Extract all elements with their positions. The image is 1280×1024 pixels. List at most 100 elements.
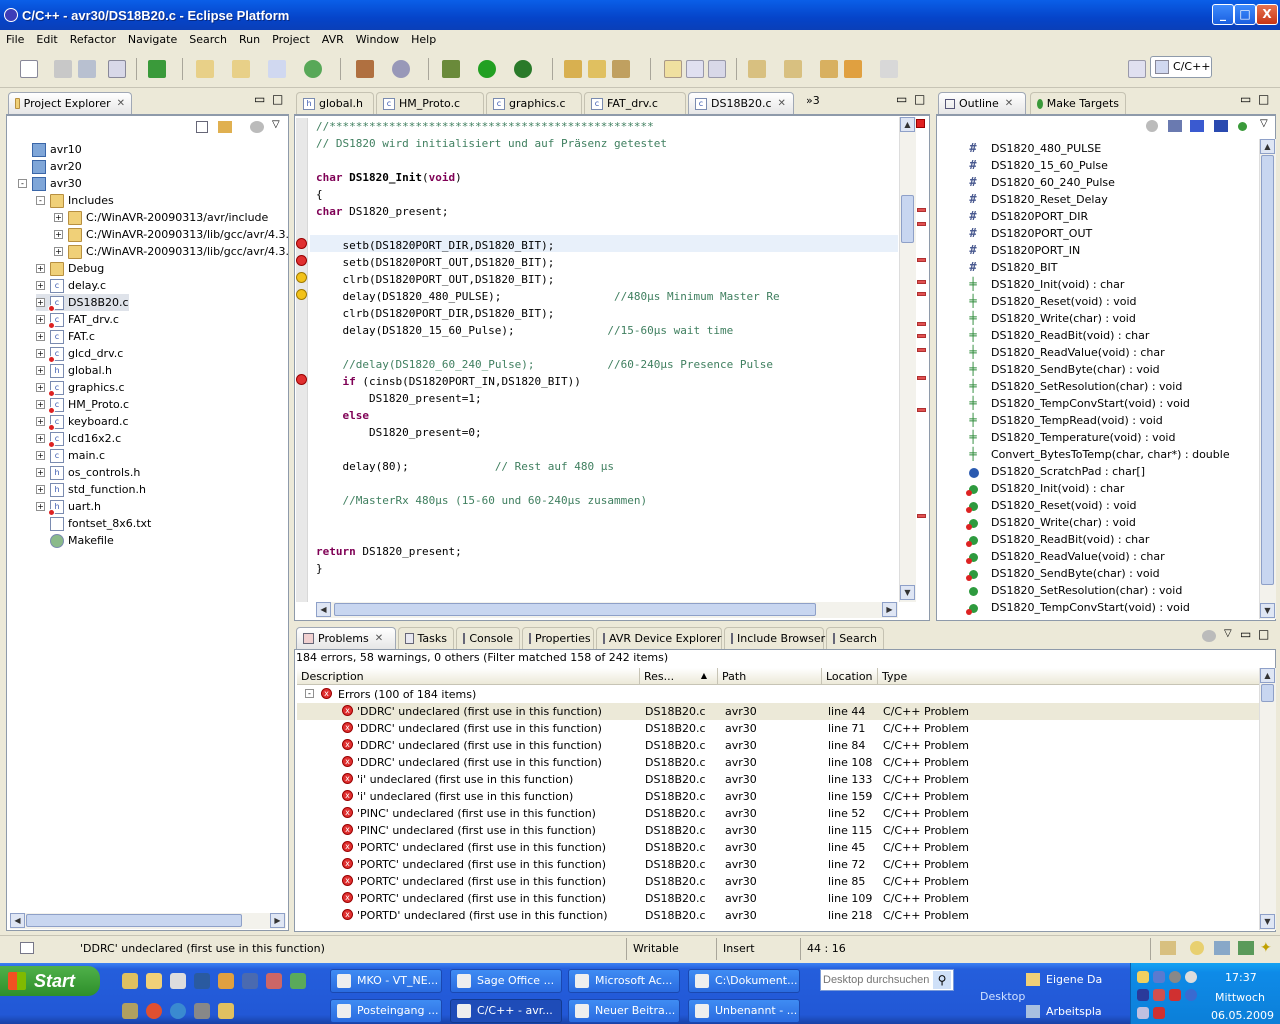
tree-item[interactable]: + c glcd_drv.c xyxy=(36,345,123,363)
tree-item[interactable]: + C:/WinAVR-20090313/lib/gcc/avr/4.3.2/in xyxy=(54,243,288,260)
outline-item[interactable]: DS1820_SetResolution(char) : void xyxy=(966,582,1182,599)
expand-toggle-icon[interactable]: + xyxy=(36,366,45,375)
tree-item[interactable]: + c FAT_drv.c xyxy=(36,311,119,329)
overview-mark[interactable] xyxy=(917,258,926,262)
expand-toggle-icon[interactable]: + xyxy=(36,349,45,358)
maximize-view-icon[interactable]: □ xyxy=(1258,627,1269,641)
outline-item[interactable]: ╪ DS1820_ReadValue(void) : char xyxy=(966,344,1164,361)
tray-icon[interactable] xyxy=(1137,989,1149,1001)
code-line[interactable]: delay(80); // Rest auf 480 µs xyxy=(316,460,614,473)
problem-row[interactable]: x 'PORTC' undeclared (first use in this f… xyxy=(297,856,1260,873)
close-icon[interactable]: ✕ xyxy=(117,98,125,109)
quicklaunch-icon[interactable] xyxy=(218,1003,234,1019)
col-resource[interactable]: Res... ▲ xyxy=(640,668,718,685)
fast-view-icon[interactable] xyxy=(20,942,34,954)
tab-outline[interactable]: Outline ✕ xyxy=(938,92,1026,114)
expand-toggle-icon[interactable]: + xyxy=(36,451,45,460)
overview-mark[interactable] xyxy=(917,348,926,352)
hide-fields-icon[interactable] xyxy=(1146,120,1158,132)
code-line[interactable]: return DS1820_present; xyxy=(316,545,462,558)
scroll-right-icon[interactable]: ▶ xyxy=(270,913,285,928)
col-type[interactable]: Type xyxy=(878,668,1260,685)
code-line[interactable]: else xyxy=(316,409,370,422)
scroll-thumb[interactable] xyxy=(334,603,816,616)
outline-item[interactable]: ╪ DS1820_SetResolution(char) : void xyxy=(966,378,1182,395)
explorer-hscroll[interactable]: ◀ ▶ xyxy=(10,913,286,929)
code-line[interactable]: DS1820_present=1; xyxy=(316,392,482,405)
problem-row[interactable]: x 'DDRC' undeclared (first use in this fu… xyxy=(297,754,1260,771)
tree-item[interactable]: + c delay.c xyxy=(36,277,106,294)
tree-item[interactable]: + c FAT.c xyxy=(36,328,95,345)
toggle-mark-icon[interactable] xyxy=(664,60,682,78)
perspective-switcher[interactable]: C/C++ xyxy=(1150,56,1212,78)
maximize-view-icon[interactable]: □ xyxy=(1258,92,1269,106)
taskbar-button[interactable]: Unbenannt - ... xyxy=(688,999,800,1023)
tray-icon[interactable] xyxy=(1169,971,1181,983)
quicklaunch-icon[interactable] xyxy=(122,1003,138,1019)
problem-row[interactable]: x 'i' undeclared (first use in this funct… xyxy=(297,788,1260,805)
quicklaunch-icon[interactable] xyxy=(146,1003,162,1019)
problem-row[interactable]: x 'PORTC' undeclared (first use in this f… xyxy=(297,873,1260,890)
code-line[interactable]: setb(DS1820PORT_OUT,DS1820_BIT); xyxy=(316,256,554,269)
problem-row[interactable]: x 'PORTC' undeclared (first use in this f… xyxy=(297,839,1260,856)
tray-icon[interactable] xyxy=(1137,971,1149,983)
problem-row[interactable]: x 'PORTD' undeclared (first use in this f… xyxy=(297,907,1260,924)
menu-refactor[interactable]: Refactor xyxy=(64,33,122,46)
expand-toggle-icon[interactable]: - xyxy=(36,196,45,205)
outline-item[interactable]: ╪ DS1820_TempConvStart(void) : void xyxy=(966,395,1190,412)
taskbar-button[interactable]: Microsoft Ac... xyxy=(568,969,680,993)
code-line[interactable]: //MasterRx 480µs (15-60 und 60-240µs zus… xyxy=(316,494,648,507)
col-description[interactable]: Description xyxy=(297,668,640,685)
code-line[interactable]: delay(DS1820_480_PULSE); //480µs Minimum… xyxy=(316,290,779,303)
code-line[interactable]: } xyxy=(316,562,323,575)
editor-overflow[interactable]: »3 xyxy=(806,94,820,107)
code-line[interactable]: DS1820_present=0; xyxy=(316,426,482,439)
code-line[interactable]: clrb(DS1820PORT_OUT,DS1820_BIT); xyxy=(316,273,554,286)
tray-icon[interactable] xyxy=(1153,989,1165,1001)
tree-item[interactable]: + h uart.h xyxy=(36,498,101,516)
build-icon[interactable] xyxy=(108,60,126,78)
tray-icon[interactable] xyxy=(1153,1007,1165,1019)
scroll-down-icon[interactable]: ▼ xyxy=(900,585,915,600)
tree-item[interactable]: Makefile xyxy=(36,532,114,549)
filters-icon[interactable] xyxy=(250,121,264,133)
bottom-tab[interactable]: Tasks xyxy=(398,627,454,649)
external-tools-icon[interactable] xyxy=(514,60,532,78)
taskbar-button[interactable]: Neuer Beitra... xyxy=(568,999,680,1023)
tree-item[interactable]: + c keyboard.c xyxy=(36,413,129,431)
quicklaunch-icon[interactable] xyxy=(266,973,282,989)
tab-make-targets[interactable]: Make Targets xyxy=(1030,92,1126,114)
open-folder-icon[interactable] xyxy=(588,60,606,78)
tree-item[interactable]: + C:/WinAVR-20090313/avr/include xyxy=(54,209,268,226)
overview-mark[interactable] xyxy=(917,280,926,284)
problem-row[interactable]: x 'i' undeclared (first use in this funct… xyxy=(297,771,1260,788)
expand-toggle-icon[interactable]: + xyxy=(36,332,45,341)
tray-icon[interactable] xyxy=(1160,941,1176,955)
tree-item[interactable]: + h std_function.h xyxy=(36,481,146,498)
code-line[interactable]: //**************************************… xyxy=(316,120,654,133)
scroll-down-icon[interactable]: ▼ xyxy=(1260,603,1275,618)
clock-time[interactable]: 17:37 xyxy=(1225,971,1257,984)
bottom-tab[interactable]: Problems ✕ xyxy=(296,627,396,649)
quicklaunch-icon[interactable] xyxy=(290,973,306,989)
outline-vscroll[interactable]: ▲ ▼ xyxy=(1259,139,1276,619)
tree-item[interactable]: - avr30 xyxy=(18,175,82,192)
scroll-up-icon[interactable]: ▲ xyxy=(1260,668,1275,683)
update-icon[interactable] xyxy=(1190,941,1204,955)
quicklaunch-icon[interactable] xyxy=(170,1003,186,1019)
expand-toggle-icon[interactable]: + xyxy=(36,485,45,494)
quicklaunch-icon[interactable] xyxy=(242,973,258,989)
scroll-down-icon[interactable]: ▼ xyxy=(1260,914,1275,929)
hide-nonpublic-icon[interactable] xyxy=(1214,120,1228,132)
scroll-thumb[interactable] xyxy=(901,195,914,243)
quicklaunch-icon[interactable] xyxy=(146,973,162,989)
warning-marker-icon[interactable] xyxy=(296,272,307,283)
tray-icon[interactable] xyxy=(1185,971,1197,983)
error-group-row[interactable]: - x Errors (100 of 184 items) xyxy=(297,686,1260,703)
scroll-up-icon[interactable]: ▲ xyxy=(900,117,915,132)
tray-icon[interactable] xyxy=(1137,1007,1149,1019)
error-marker-icon[interactable] xyxy=(296,238,307,249)
outline-item[interactable]: # DS1820_BIT xyxy=(966,259,1057,276)
scroll-thumb[interactable] xyxy=(1261,155,1274,585)
editor-tab[interactable]: c FAT_drv.c xyxy=(584,92,686,114)
